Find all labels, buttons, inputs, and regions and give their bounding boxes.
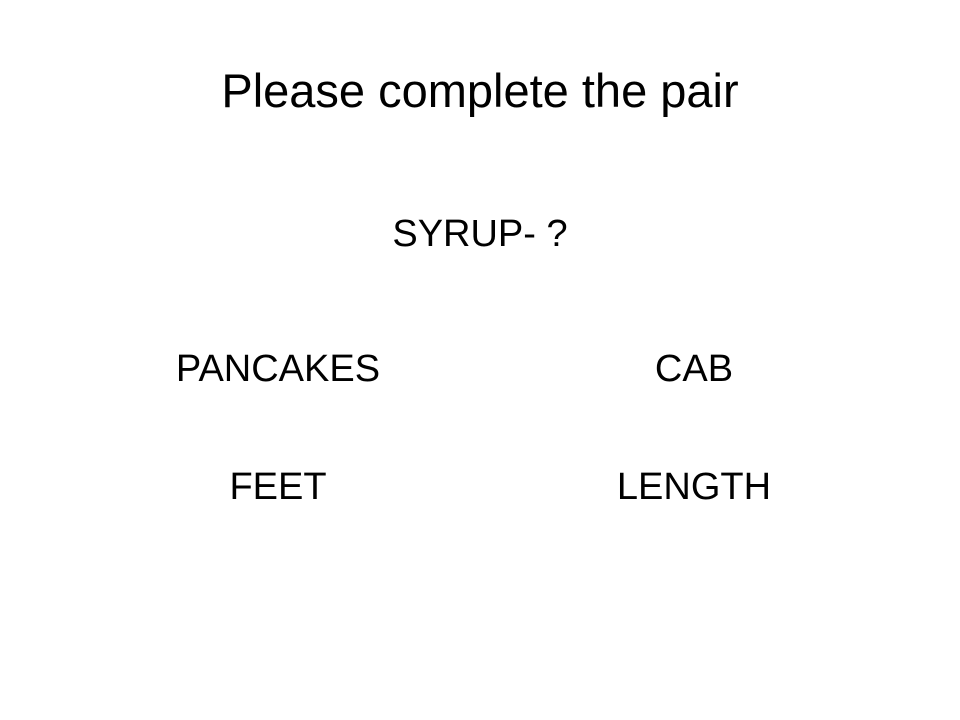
slide-title: Please complete the pair — [221, 64, 739, 117]
pair-prompt: SYRUP- ? — [392, 213, 568, 255]
answer-option-feet[interactable]: FEET — [128, 462, 428, 512]
slide: Please complete the pair SYRUP- ? PANCAK… — [0, 0, 960, 720]
answer-option-length[interactable]: LENGTH — [544, 462, 844, 512]
answer-option-pancakes[interactable]: PANCAKES — [128, 344, 428, 394]
answer-option-cab[interactable]: CAB — [544, 344, 844, 394]
